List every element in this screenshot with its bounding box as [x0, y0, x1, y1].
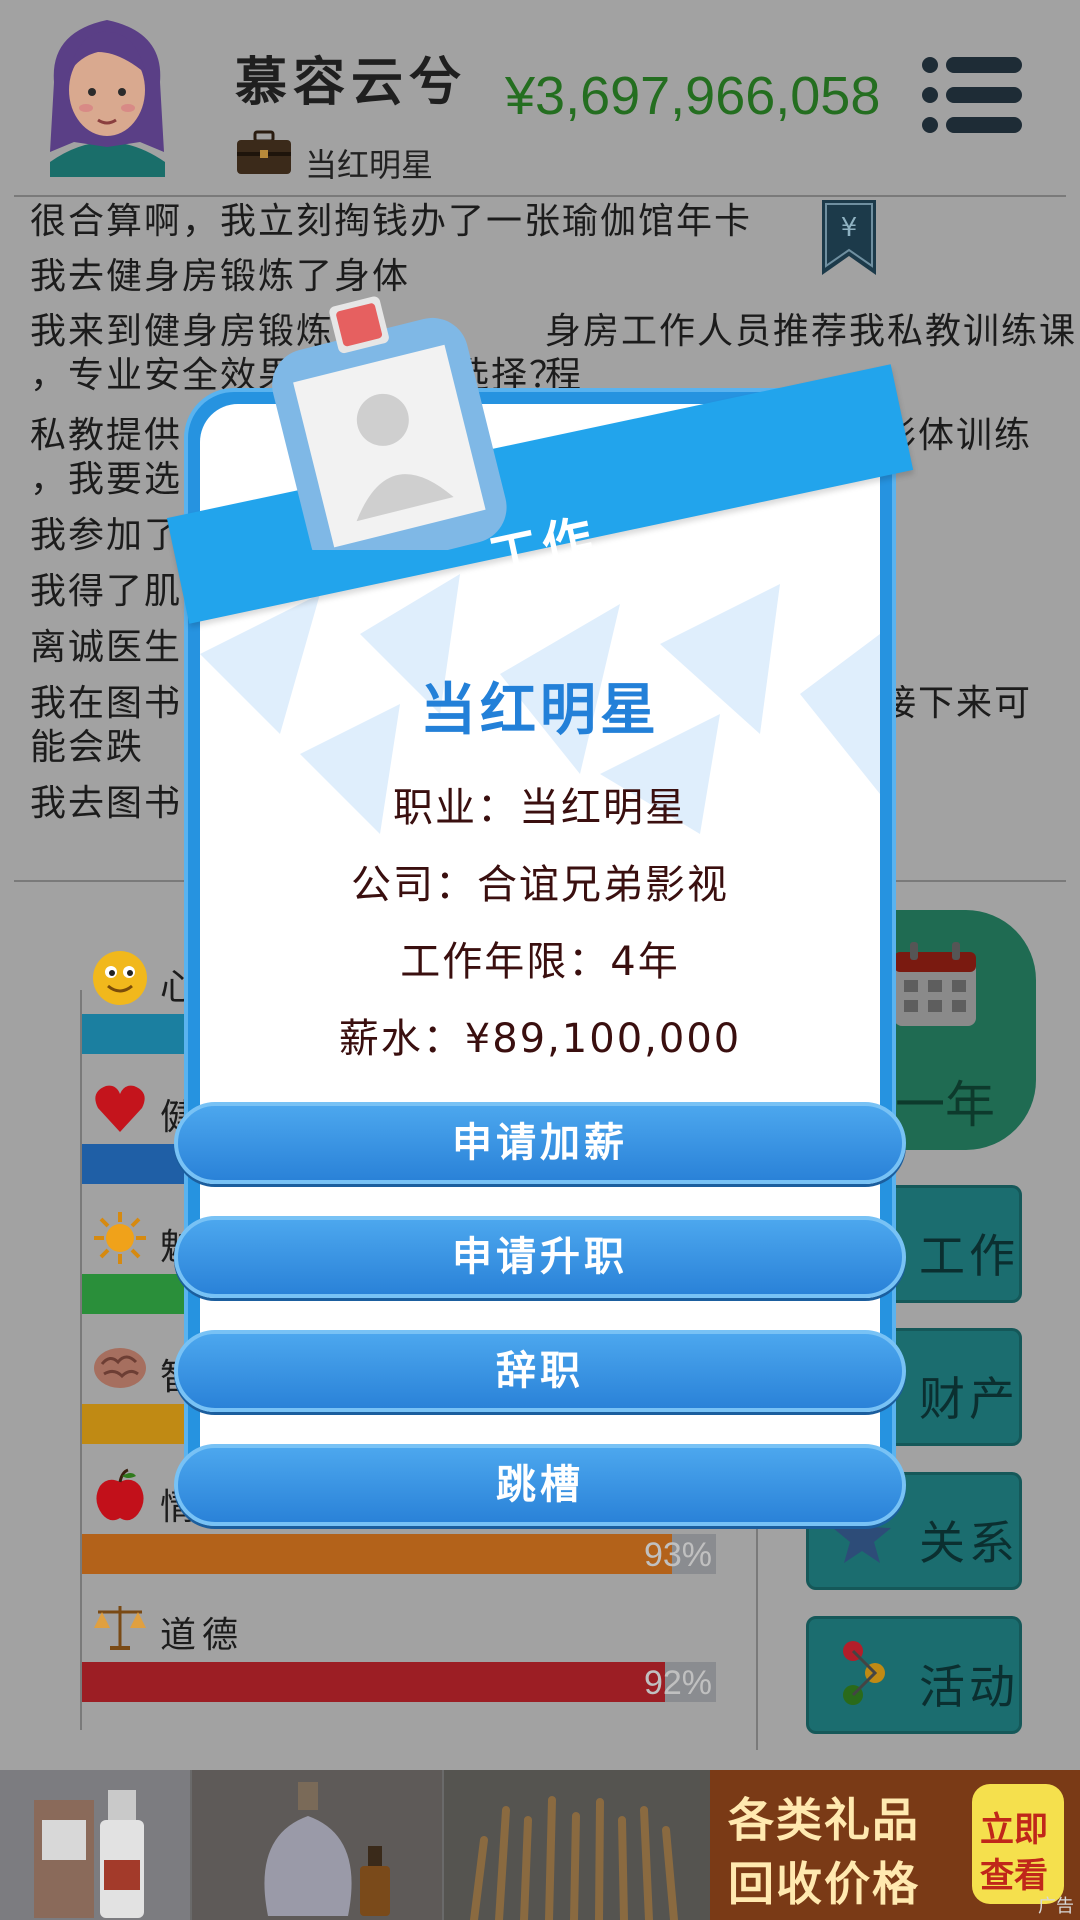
apple-icon	[96, 1468, 144, 1521]
ad-badge-line: 立即	[980, 1810, 1048, 1850]
stat-percent-emotion: 93%	[643, 1536, 712, 1574]
log-line: 很合算啊，我立刻掏钱办了一张瑜伽馆年卡	[30, 201, 753, 242]
stat-bar-emotion: 93%	[82, 1534, 716, 1574]
stats-left-border	[80, 990, 82, 1730]
sun-icon	[94, 1212, 146, 1264]
ad-view-now-button[interactable]: 立即 查看	[972, 1784, 1064, 1904]
ad-image-cordyceps	[444, 1770, 710, 1920]
activities-button-label: 活动	[919, 1660, 1019, 1714]
switch-job-label: 跳槽	[496, 1462, 584, 1508]
activities-button[interactable]: 活动	[806, 1616, 1022, 1734]
stat-percent-morality: 92%	[643, 1664, 712, 1702]
log-line: 我参加了	[30, 515, 183, 556]
log-line: 私教提供	[30, 415, 183, 456]
calendar-icon	[894, 942, 976, 1026]
bookmark-icon[interactable]: ¥	[822, 200, 876, 275]
ad-image-liquor	[0, 1770, 190, 1920]
menu-icon[interactable]	[920, 55, 1025, 135]
job-name: 当红明星	[420, 678, 660, 743]
stat-bar-morality: 92%	[82, 1662, 716, 1702]
player-name: 慕容云兮	[235, 53, 468, 113]
stat-bar-emotion-fill	[82, 1534, 672, 1574]
occupation-row: 职业：当红明星	[393, 785, 687, 831]
ad-banner[interactable]: 各类礼品 回收价格 立即 查看 广告	[0, 1770, 1080, 1920]
smiley-icon	[93, 951, 147, 1005]
resign-button[interactable]: 辞职	[174, 1330, 906, 1412]
header-divider	[14, 195, 1066, 197]
request-raise-label: 申请加薪	[452, 1120, 628, 1166]
request-promotion-label: 申请升职	[452, 1234, 628, 1280]
money-display: ¥3,697,966,058	[505, 66, 881, 126]
salary-row: 薪水：¥89,100,000	[338, 1016, 742, 1062]
relations-button-label: 关系	[919, 1516, 1019, 1570]
tenure-row: 工作年限：4年	[400, 939, 680, 985]
ad-headline: 回收价格	[728, 1857, 920, 1911]
ad-headline: 各类礼品	[728, 1793, 920, 1847]
current-job-label: 当红明星	[305, 146, 434, 184]
game-screen: 慕容云兮 当红明星 ¥3,697,966,058 很合算啊，我立刻掏钱办了一张瑜…	[0, 0, 1080, 1920]
scales-icon	[94, 1606, 146, 1650]
request-raise-button[interactable]: 申请加薪	[174, 1102, 906, 1184]
resign-label: 辞职	[496, 1348, 584, 1394]
log-line: 能会跌	[30, 727, 145, 768]
activities-icon	[843, 1641, 885, 1705]
log-line: 接下来可	[880, 683, 1033, 724]
log-line: 我在图书	[30, 683, 183, 724]
stat-bar-morality-fill	[82, 1662, 666, 1702]
id-badge-icon	[272, 296, 507, 550]
log-line: 我去图书	[30, 783, 183, 824]
switch-job-button[interactable]: 跳槽	[174, 1444, 906, 1526]
company-row: 公司：合谊兄弟影视	[351, 862, 729, 908]
next-year-label: 一年	[895, 1076, 995, 1134]
log-line: 离诚医生	[30, 627, 183, 668]
request-promotion-button[interactable]: 申请升职	[174, 1216, 906, 1298]
log-line: ，我要选	[30, 459, 183, 500]
ad-image-cognac	[192, 1770, 442, 1920]
assets-button-label: 财产	[919, 1372, 1019, 1426]
briefcase-icon	[237, 130, 291, 174]
heart-icon	[95, 1085, 145, 1132]
stat-label-morality: 道德	[160, 1615, 245, 1656]
log-line: 我得了肌	[30, 571, 183, 612]
brain-icon	[94, 1348, 146, 1388]
avatar[interactable]	[40, 12, 175, 177]
svg-text:¥: ¥	[841, 213, 858, 243]
ad-badge-line: 查看	[980, 1856, 1048, 1896]
work-button-label: 工作	[919, 1229, 1019, 1283]
ad-tag: 广告	[1038, 1896, 1074, 1917]
